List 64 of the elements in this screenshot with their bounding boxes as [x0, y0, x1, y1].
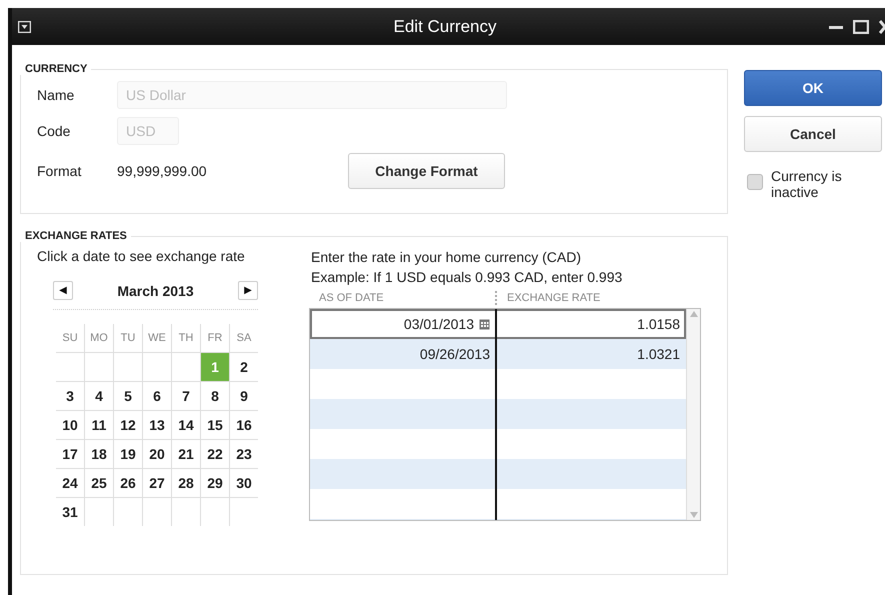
calendar-day[interactable]: 8	[200, 382, 230, 410]
ok-button[interactable]: OK	[744, 70, 882, 106]
calendar-day[interactable]: 2	[230, 352, 258, 382]
calendar-day[interactable]: 30	[230, 468, 258, 498]
calendar-day[interactable]: 10	[56, 410, 84, 440]
calendar-day[interactable]: 13	[142, 410, 172, 440]
calendar-day[interactable]: 5	[114, 382, 142, 410]
menu-icon[interactable]	[18, 20, 31, 32]
next-month-button[interactable]: ▶	[238, 281, 258, 300]
date-cell: 09/26/2013	[420, 346, 490, 362]
calendar-day[interactable]: 25	[84, 468, 114, 498]
weekday-label: TH	[172, 324, 200, 352]
format-value: 99,999,999.00	[117, 163, 208, 179]
calendar-day[interactable]: 26	[114, 468, 142, 498]
calendar-day[interactable]: 20	[142, 440, 172, 468]
calendar-day[interactable]: 3	[56, 382, 84, 410]
weekday-label: TU	[114, 324, 142, 352]
calendar-day[interactable]: 4	[84, 382, 114, 410]
calendar-day[interactable]: 27	[142, 468, 172, 498]
calendar-day[interactable]: 14	[172, 410, 200, 440]
date-cell: 03/01/2013	[404, 316, 474, 332]
calendar-day[interactable]: 24	[56, 468, 84, 498]
calendar-day[interactable]: 22	[200, 440, 230, 468]
column-header: EXCHANGE RATE	[507, 292, 600, 304]
weekday-label: WE	[142, 324, 172, 352]
table-row[interactable]: 03/01/2013 1.0158	[310, 309, 686, 339]
calendar-day[interactable]: 7	[172, 382, 200, 410]
calendar-day[interactable]: 31	[56, 498, 84, 526]
calendar-day[interactable]: 16	[230, 410, 258, 440]
column-header: AS OF DATE	[318, 292, 385, 304]
calendar-day[interactable]: 23	[230, 440, 258, 468]
calendar-day[interactable]: 6	[142, 382, 172, 410]
section-title: CURRENCY	[24, 63, 88, 75]
calendar-day[interactable]: 11	[84, 410, 114, 440]
calendar-day[interactable]: 17	[56, 440, 84, 468]
cancel-button[interactable]: Cancel	[744, 116, 882, 152]
weekday-label: SA	[230, 324, 258, 352]
calendar-day[interactable]: 9	[230, 382, 258, 410]
calendar-day[interactable]: 15	[200, 410, 230, 440]
calendar-day[interactable]: 12	[114, 410, 142, 440]
checkbox-label: Currency is inactive	[771, 168, 843, 200]
calendar-icon[interactable]	[479, 318, 490, 330]
window-title: Edit Currency	[392, 16, 498, 36]
calendar-day[interactable]: 19	[114, 440, 142, 468]
instruction-text: Enter the rate in your home currency (CAD)	[311, 248, 582, 267]
field-label: Format	[37, 163, 82, 179]
weekday-label: MO	[84, 324, 114, 352]
rate-cell: 1.0158	[637, 316, 680, 332]
weekday-label: SU	[56, 324, 84, 352]
change-format-button[interactable]: Change Format	[348, 153, 505, 189]
calendar-day[interactable]: 18	[84, 440, 114, 468]
calendar-day[interactable]: 29	[200, 468, 230, 498]
field-label: Code	[37, 123, 72, 139]
calendar-hint: Click a date to see exchange rate	[37, 248, 246, 264]
instruction-text: Example: If 1 USD equals 0.993 CAD, enter 0.993	[311, 268, 624, 287]
checkbox[interactable]	[747, 174, 763, 190]
month-title: March 2013	[117, 282, 194, 298]
field-label: Name	[37, 87, 76, 103]
calendar-day[interactable]: 21	[172, 440, 200, 468]
section-title: EXCHANGE RATES	[24, 230, 128, 242]
calendar-day[interactable]: 28	[172, 468, 200, 498]
previous-month-button[interactable]: ◀	[53, 281, 73, 300]
maximize-icon[interactable]	[853, 20, 869, 34]
rate-cell: 1.0321	[637, 346, 680, 362]
